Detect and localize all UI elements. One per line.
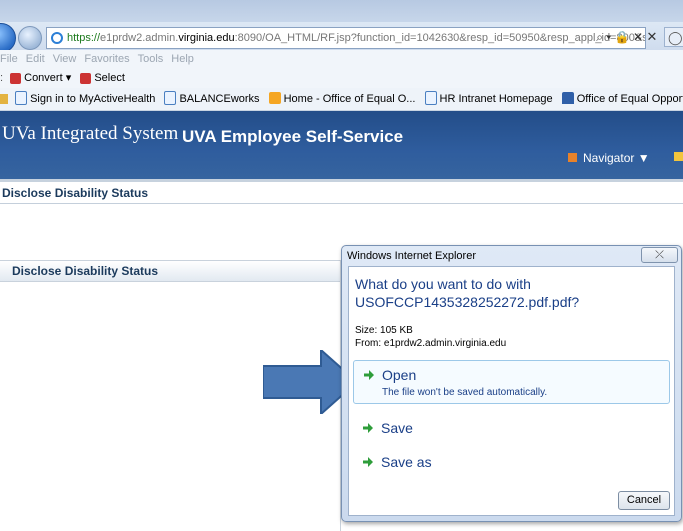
page-icon: [268, 92, 281, 105]
cancel-button[interactable]: Cancel: [618, 491, 670, 510]
question-text: What do you want to do with: [355, 276, 531, 292]
menu-help[interactable]: Help: [171, 53, 194, 65]
favorite-link[interactable]: BALANCEworks: [164, 88, 260, 110]
dialog-question: What do you want to do with USOFCCP143532…: [355, 275, 670, 311]
pdf-convert-icon: [10, 72, 22, 84]
green-arrow-icon: [364, 370, 374, 380]
file-source: From: e1prdw2.admin.virginia.edu: [355, 338, 507, 349]
url-field[interactable]: https://e1prdw2.admin.virginia.edu:8090/…: [46, 27, 646, 49]
url-host-prefix: e1prdw2.admin.: [100, 32, 179, 44]
menu-tools[interactable]: Tools: [138, 53, 164, 65]
menu-bar: File Edit View Favorites Tools Help: [0, 50, 683, 68]
navigator-label: Navigator: [583, 151, 635, 165]
open-option[interactable]: Open The file won't be saved automatical…: [353, 360, 670, 404]
favorite-link[interactable]: Sign in to MyActiveHealth: [15, 88, 155, 110]
system-name: UVa Integrated System: [2, 123, 179, 144]
menu-file[interactable]: File: [0, 53, 18, 65]
dialog-title: Windows Internet Explorer: [347, 250, 476, 262]
convert-label: Convert: [24, 72, 63, 84]
toolbar-grip-icon: :: [0, 72, 4, 84]
navigator-menu[interactable]: Navigator ▼: [568, 151, 650, 165]
favorite-link[interactable]: Home - Office of Equal O...: [268, 88, 416, 110]
select-icon: [80, 72, 92, 84]
favorites-icon[interactable]: [674, 152, 683, 161]
url-host: virginia.edu: [178, 32, 235, 44]
url-path: :8090/OA_HTML/RF.jsp?function_id=1042630…: [234, 32, 646, 44]
green-arrow-icon: [363, 423, 373, 433]
select-label: Select: [94, 72, 125, 84]
title-divider: [0, 203, 683, 204]
favorite-label: Home - Office of Equal O...: [283, 93, 416, 105]
save-as-label: Save as: [381, 454, 432, 470]
menu-favorites[interactable]: Favorites: [84, 53, 129, 65]
favorites-star-icon[interactable]: [0, 94, 8, 105]
favorite-link[interactable]: HR Intranet Homepage: [424, 88, 553, 110]
url-scheme: https://: [67, 32, 101, 44]
select-button[interactable]: Select: [80, 72, 125, 84]
open-description: The file won't be saved automatically.: [382, 387, 548, 398]
save-label: Save: [381, 420, 413, 436]
page-icon: [15, 91, 28, 106]
stop-icon[interactable]: ✕: [645, 27, 659, 47]
chevron-down-icon: ▼: [637, 151, 650, 165]
file-size: Size: 105 KB: [355, 325, 413, 336]
page-icon: [164, 91, 177, 106]
favorite-label: Sign in to MyActiveHealth: [30, 93, 156, 105]
header-divider: [0, 179, 683, 182]
new-tab-icon[interactable]: ◯: [664, 27, 683, 47]
favorite-label: Office of Equal Opportuni...: [576, 93, 683, 105]
close-icon[interactable]: ⤫: [641, 247, 678, 263]
convert-button[interactable]: Convert ▾: [6, 72, 71, 84]
ie-page-icon: [51, 32, 63, 45]
favorite-label: BALANCEworks: [179, 93, 260, 105]
forward-button[interactable]: [18, 26, 42, 50]
region-header: Disclose Disability Status: [0, 260, 340, 282]
chevron-down-icon: ▾: [65, 72, 72, 84]
favorite-label: HR Intranet Homepage: [439, 93, 553, 105]
page-title: Disclose Disability Status: [2, 186, 149, 200]
menu-view[interactable]: View: [53, 53, 77, 65]
favorites-bar: Sign in to MyActiveHealth BALANCEworks H…: [0, 88, 683, 111]
building-icon: [561, 92, 574, 105]
browser-title-bar: [0, 0, 683, 22]
service-title: UVA Employee Self-Service: [182, 127, 404, 146]
home-icon: [568, 153, 577, 163]
page-icon: [424, 91, 437, 106]
save-as-option[interactable]: Save as: [353, 448, 670, 478]
address-bar-icons[interactable]: ⌕ ▾ 🔒 ✕: [596, 27, 643, 47]
save-option[interactable]: Save: [353, 414, 670, 444]
green-arrow-icon: [363, 457, 373, 467]
file-name: USOFCCP1435328252272.pdf.pdf?: [355, 294, 580, 310]
favorite-link[interactable]: Office of Equal Opportuni...: [561, 88, 683, 110]
open-label: Open: [382, 367, 417, 383]
menu-edit[interactable]: Edit: [26, 53, 45, 65]
command-bar: : Convert ▾ Select: [0, 68, 683, 88]
